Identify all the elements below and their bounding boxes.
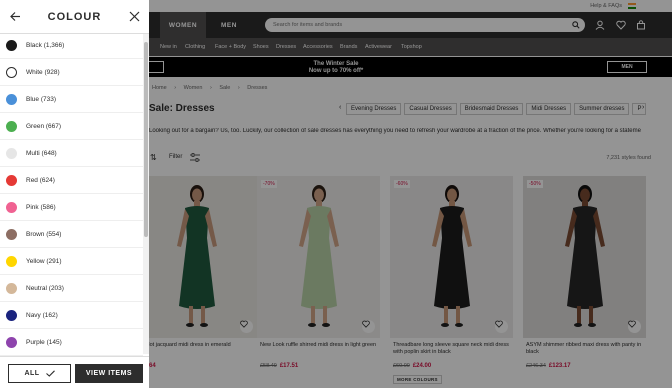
colour-name: Yellow <box>26 258 45 265</box>
colour-name: Neutral <box>26 285 47 292</box>
drawer-scrollbar-thumb[interactable] <box>144 42 148 237</box>
colour-option-label: Brown (554) <box>26 231 61 238</box>
drawer-header: COLOUR <box>0 0 149 34</box>
colour-option-neutral[interactable]: Neutral (203) <box>0 275 143 302</box>
colour-option-yellow[interactable]: Yellow (291) <box>0 248 143 275</box>
colour-option-label: Purple (145) <box>26 339 62 346</box>
colour-count: (203) <box>48 285 64 292</box>
colour-option-label: White (928) <box>26 69 60 76</box>
colour-option-blue[interactable]: Blue (733) <box>0 86 143 113</box>
colour-name: Purple <box>26 339 45 346</box>
colour-option-pink[interactable]: Pink (586) <box>0 194 143 221</box>
drawer-footer: ALL VIEW ITEMS <box>0 356 149 388</box>
colour-option-label: Pink (586) <box>26 204 56 211</box>
colour-option-label: Neutral (203) <box>26 285 64 292</box>
colour-count: (1,366) <box>43 42 65 49</box>
colour-name: Brown <box>26 231 45 238</box>
colour-swatch <box>6 256 17 267</box>
colour-filter-drawer: COLOUR Black (1,366) White (928) Blue (733… <box>0 0 149 388</box>
colour-name: Navy <box>26 312 41 319</box>
colour-swatch <box>6 175 17 186</box>
drawer-title: COLOUR <box>47 11 102 23</box>
checkmark-icon <box>45 370 55 377</box>
colour-count: (162) <box>42 312 58 319</box>
colour-swatch <box>6 121 17 132</box>
colour-name: White <box>26 69 43 76</box>
colour-count: (648) <box>41 150 57 157</box>
colour-option-multi[interactable]: Multi (648) <box>0 140 143 167</box>
colour-option-label: Green (667) <box>26 123 61 130</box>
select-all-button[interactable]: ALL <box>8 364 71 383</box>
colour-option-label: Yellow (291) <box>26 258 62 265</box>
colour-swatch <box>6 148 17 159</box>
drawer-scrollbar[interactable] <box>143 34 149 354</box>
colour-name: Red <box>26 177 38 184</box>
colour-name: Blue <box>26 96 40 103</box>
colour-option-purple[interactable]: Purple (145) <box>0 329 143 356</box>
colour-count: (733) <box>40 96 57 103</box>
colour-option-label: Navy (162) <box>26 312 58 319</box>
colour-swatch <box>6 202 17 213</box>
colour-swatch <box>6 337 17 348</box>
colour-swatch <box>6 67 17 78</box>
colour-count: (145) <box>46 339 62 346</box>
colour-option-label: Black (1,366) <box>26 42 64 49</box>
colour-swatch <box>6 229 17 240</box>
select-all-label: ALL <box>24 370 40 377</box>
colour-swatch <box>6 40 17 51</box>
colour-name: Black <box>26 42 42 49</box>
colour-option-black[interactable]: Black (1,366) <box>0 32 143 59</box>
colour-name: Green <box>26 123 45 130</box>
colour-count: (928) <box>44 69 60 76</box>
colour-swatch <box>6 94 17 105</box>
colour-count: (554) <box>46 231 62 238</box>
colour-count: (624) <box>39 177 55 184</box>
colour-option-red[interactable]: Red (624) <box>0 167 143 194</box>
colour-option-label: Multi (648) <box>26 150 57 157</box>
colour-swatch <box>6 310 17 321</box>
colour-option-label: Blue (733) <box>26 96 56 103</box>
colour-count: (667) <box>45 123 62 130</box>
view-items-button[interactable]: VIEW ITEMS <box>75 364 143 383</box>
colour-name: Multi <box>26 150 40 157</box>
colour-option-navy[interactable]: Navy (162) <box>0 302 143 329</box>
colour-option-label: Red (624) <box>26 177 55 184</box>
colour-count: (586) <box>40 204 56 211</box>
colour-name: Pink <box>26 204 39 211</box>
close-icon[interactable] <box>129 11 140 22</box>
colour-count: (291) <box>46 258 62 265</box>
colour-option-brown[interactable]: Brown (554) <box>0 221 143 248</box>
colour-option-green[interactable]: Green (667) <box>0 113 143 140</box>
colour-option-white[interactable]: White (928) <box>0 59 143 86</box>
colour-swatch <box>6 283 17 294</box>
